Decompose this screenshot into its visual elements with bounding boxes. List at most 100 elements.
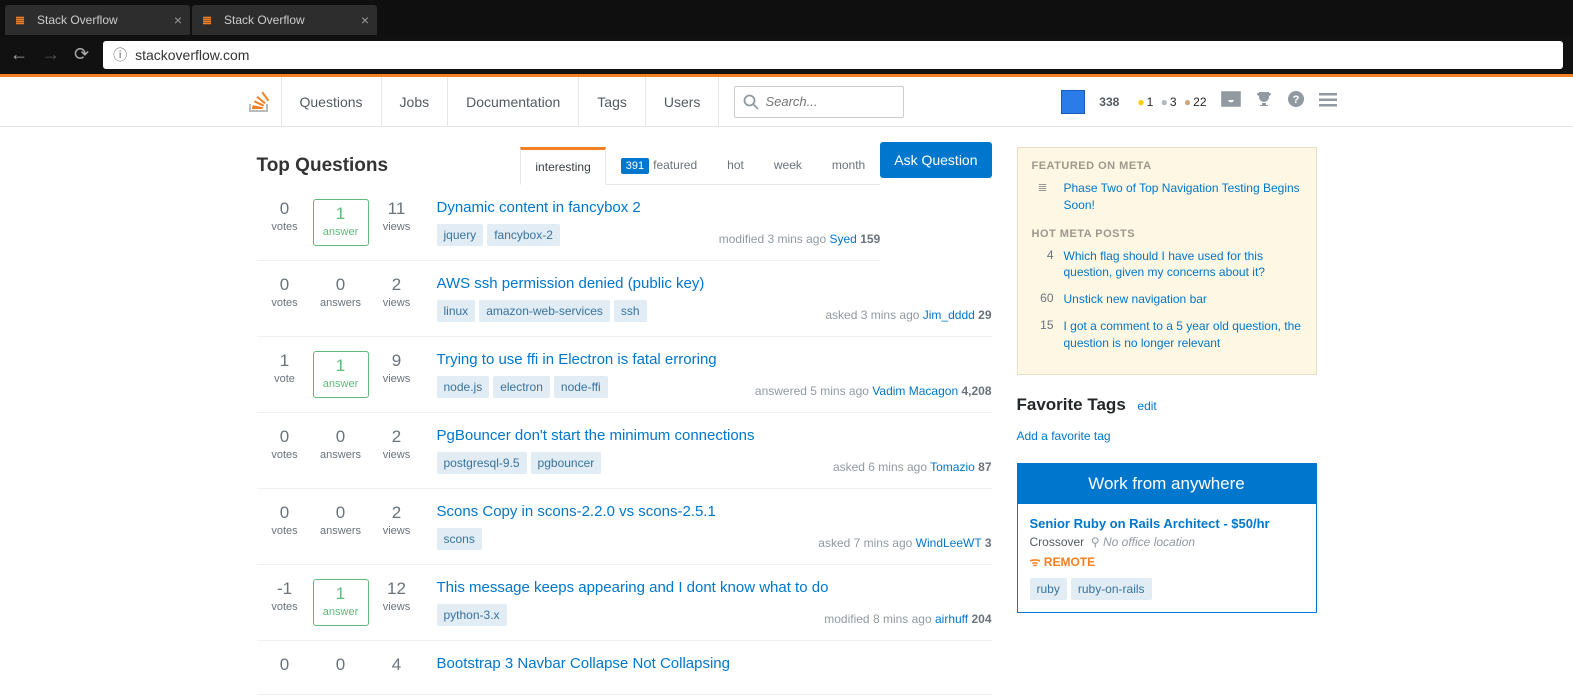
browser-tab[interactable]: ≣ Stack Overflow × — [192, 5, 377, 35]
subtab-week[interactable]: week — [759, 147, 817, 184]
tag[interactable]: node-ffi — [554, 376, 608, 398]
question-title-link[interactable]: This message keeps appearing and I dont … — [437, 579, 992, 596]
question-title-link[interactable]: PgBouncer don't start the minimum connec… — [437, 427, 992, 444]
back-icon[interactable]: ← — [10, 44, 28, 65]
stat-views: 12views — [369, 579, 425, 626]
question-title-link[interactable]: Scons Copy in scons-2.2.0 vs scons-2.5.1 — [437, 503, 992, 520]
tag[interactable]: jquery — [437, 224, 484, 246]
stat-votes: 0votes — [257, 503, 313, 550]
stat-answers: 0answers — [313, 275, 369, 322]
stat-views: 11views — [369, 199, 425, 246]
tag[interactable]: ssh — [614, 300, 647, 322]
question-title-link[interactable]: Trying to use ffi in Electron is fatal e… — [437, 351, 992, 368]
tab-close-icon[interactable]: × — [361, 12, 369, 28]
subtab-month[interactable]: month — [817, 147, 880, 184]
tab-close-icon[interactable]: × — [174, 12, 182, 28]
meta-icon: ≣ — [1032, 180, 1054, 214]
tag[interactable]: ruby-on-rails — [1071, 578, 1152, 600]
stat-answers: 0answers — [313, 503, 369, 550]
primary-nav: QuestionsJobsDocumentationTagsUsers — [282, 77, 720, 126]
question-meta: modified 3 mins ago Syed 159 — [719, 232, 880, 246]
tag[interactable]: postgresql-9.5 — [437, 452, 527, 474]
question-title-link[interactable]: Bootstrap 3 Navbar Collapse Not Collapsi… — [437, 655, 992, 672]
community-bulletin: FEATURED ON META ≣Phase Two of Top Navig… — [1017, 147, 1317, 375]
author-link[interactable]: Jim_dddd — [923, 308, 975, 322]
tag[interactable]: pgbouncer — [531, 452, 602, 474]
edit-favorite-tags-link[interactable]: edit — [1137, 399, 1156, 413]
forward-icon: → — [42, 44, 60, 65]
tag[interactable]: node.js — [437, 376, 490, 398]
browser-tab[interactable]: ≣ Stack Overflow × — [5, 5, 190, 35]
job-remote-badge: REMOTE — [1030, 553, 1304, 570]
add-favorite-tag-link[interactable]: Add a favorite tag — [1017, 429, 1317, 443]
question-title-link[interactable]: AWS ssh permission denied (public key) — [437, 275, 992, 292]
question-row: 004Bootstrap 3 Navbar Collapse Not Colla… — [257, 641, 992, 695]
job-title-link[interactable]: Senior Ruby on Rails Architect - $50/hr — [1030, 516, 1270, 531]
site-topbar: QuestionsJobsDocumentationTagsUsers 338 … — [0, 77, 1573, 127]
question-row: 0votes1answer11views Dynamic content in f… — [257, 185, 881, 261]
question-row: 0votes0answers2viewsPgBouncer don't star… — [257, 413, 992, 489]
stat-votes: 0votes — [257, 427, 313, 474]
stat-answers: 0 — [313, 655, 369, 680]
job-ad: Work from anywhere Senior Ruby on Rails … — [1017, 463, 1317, 613]
so-favicon-icon: ≣ — [202, 13, 216, 27]
nav-questions[interactable]: Questions — [282, 77, 382, 126]
tag[interactable]: linux — [437, 300, 476, 322]
tab-title: Stack Overflow — [37, 13, 118, 27]
search-icon — [743, 94, 759, 110]
stat-views: 2views — [369, 503, 425, 550]
reload-icon[interactable]: ⟳ — [74, 44, 89, 65]
so-logo-icon[interactable] — [237, 77, 282, 126]
nav-documentation[interactable]: Documentation — [448, 77, 579, 126]
author-link[interactable]: WindLeeWT — [916, 536, 982, 550]
bulletin-link[interactable]: I got a comment to a 5 year old question… — [1064, 318, 1302, 352]
bulletin-count: 60 — [1032, 291, 1054, 308]
nav-tags[interactable]: Tags — [579, 77, 646, 126]
menu-icon[interactable] — [1319, 91, 1337, 112]
author-link[interactable]: Tomazio — [930, 460, 975, 474]
question-title-link[interactable]: Dynamic content in fancybox 2 — [437, 199, 881, 216]
stat-views: 4 — [369, 655, 425, 680]
tag[interactable]: scons — [437, 528, 482, 550]
subtab-count: 391 — [621, 158, 649, 174]
stat-votes: 0votes — [257, 199, 313, 246]
tag[interactable]: python-3.x — [437, 604, 507, 626]
author-link[interactable]: airhuff — [935, 612, 968, 626]
stat-views: 9views — [369, 351, 425, 398]
url-field[interactable]: ⓘ stackoverflow.com — [103, 41, 1563, 69]
subtab-hot[interactable]: hot — [712, 147, 759, 184]
nav-jobs[interactable]: Jobs — [382, 77, 449, 126]
bulletin-count: 15 — [1032, 318, 1054, 352]
favorite-tags-heading: Favorite Tags — [1017, 395, 1126, 414]
site-info-icon[interactable]: ⓘ — [113, 45, 127, 65]
nav-users[interactable]: Users — [646, 77, 720, 126]
bulletin-link[interactable]: Which flag should I have used for this q… — [1064, 248, 1302, 282]
so-favicon-icon: ≣ — [15, 13, 29, 27]
author-link[interactable]: Syed — [830, 232, 857, 246]
subtab-interesting[interactable]: interesting — [520, 147, 605, 185]
tag[interactable]: amazon-web-services — [479, 300, 610, 322]
tag[interactable]: fancybox-2 — [487, 224, 560, 246]
stat-votes: 0 — [257, 655, 313, 680]
question-meta: answered 5 mins ago Vadim Macagon 4,208 — [755, 384, 992, 398]
question-subtabs: interesting391featuredhotweekmonth — [520, 147, 880, 185]
ask-question-button[interactable]: Ask Question — [880, 142, 991, 178]
question-row: 0votes0answers2views Scons Copy in scons-… — [257, 489, 992, 565]
job-company: Crossover ⚲ No office location — [1030, 535, 1304, 549]
bulletin-link[interactable]: Phase Two of Top Navigation Testing Begi… — [1064, 180, 1302, 214]
bulletin-count: 4 — [1032, 248, 1054, 282]
job-ad-heading: Work from anywhere — [1018, 464, 1316, 504]
question-row: 1vote1answer9viewsTrying to use ffi in E… — [257, 337, 992, 413]
author-link[interactable]: Vadim Macagon — [872, 384, 958, 398]
bulletin-heading: HOT META POSTS — [1032, 228, 1302, 240]
question-list: 0votes1answer11viewsDynamic content in f… — [257, 185, 992, 695]
sidebar: FEATURED ON META ≣Phase Two of Top Navig… — [1017, 97, 1317, 695]
stat-answers: 1answer — [313, 199, 369, 246]
stat-answers: 1answer — [313, 579, 369, 626]
tag[interactable]: ruby — [1030, 578, 1067, 600]
bulletin-link[interactable]: Unstick new navigation bar — [1064, 291, 1302, 308]
tag[interactable]: electron — [493, 376, 550, 398]
search-input[interactable] — [765, 94, 885, 109]
subtab-featured[interactable]: 391featured — [606, 147, 712, 184]
stat-views: 2views — [369, 275, 425, 322]
